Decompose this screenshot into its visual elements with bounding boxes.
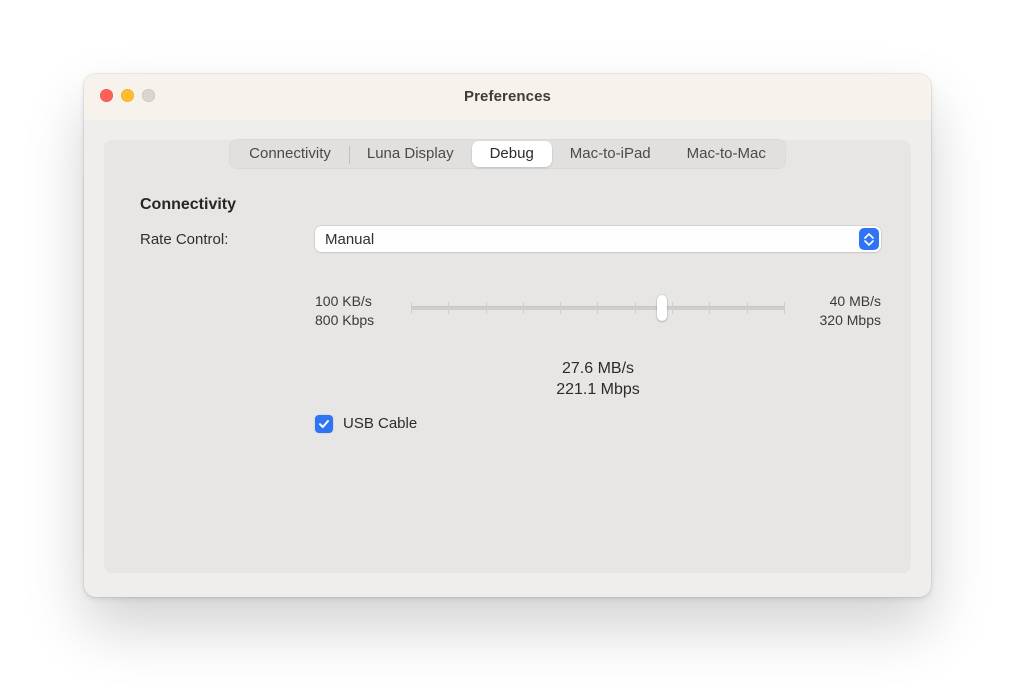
preferences-panel: Connectivity Luna Display Debug Mac-to-i… [104, 140, 911, 573]
debug-tab-content: Connectivity Rate Control: Manual 100 K [104, 170, 911, 453]
rate-control-value: Manual [325, 231, 374, 248]
traffic-lights [100, 89, 155, 102]
zoom-window-button[interactable] [142, 89, 155, 102]
rate-control-row: Rate Control: Manual [140, 226, 881, 252]
slider-readout: 27.6 MB/s 221.1 Mbps [140, 358, 881, 401]
tab-bar-inner: Connectivity Luna Display Debug Mac-to-i… [229, 139, 786, 169]
preferences-window: Preferences Connectivity Luna Display De… [84, 74, 931, 597]
tab-luna-display[interactable]: Luna Display [349, 141, 472, 167]
slider-thumb[interactable] [657, 295, 667, 321]
close-window-button[interactable] [100, 89, 113, 102]
slider-max-line2: 320 Mbps [793, 311, 881, 330]
tab-mac-to-mac[interactable]: Mac-to-Mac [669, 141, 784, 167]
tab-mac-to-ipad[interactable]: Mac-to-iPad [552, 141, 669, 167]
usb-cable-checkbox[interactable] [315, 415, 333, 433]
window-title: Preferences [464, 88, 551, 105]
tab-debug[interactable]: Debug [472, 141, 552, 167]
rate-slider-block: 100 KB/s 800 Kbps [140, 292, 881, 330]
slider-ticks [411, 302, 785, 314]
tab-bar: Connectivity Luna Display Debug Mac-to-i… [104, 139, 911, 169]
slider-track [411, 306, 785, 310]
usb-cable-label: USB Cable [343, 415, 417, 432]
rate-control-label: Rate Control: [140, 231, 315, 248]
rate-control-select[interactable]: Manual [315, 226, 881, 252]
slider-max-line1: 40 MB/s [793, 292, 881, 311]
section-title-connectivity: Connectivity [140, 196, 881, 214]
slider-max-label: 40 MB/s 320 Mbps [793, 292, 881, 330]
title-bar: Preferences [84, 74, 931, 120]
slider-readout-line1: 27.6 MB/s [315, 358, 881, 380]
tab-connectivity[interactable]: Connectivity [231, 141, 349, 167]
slider-min-line1: 100 KB/s [315, 292, 403, 311]
slider-min-line2: 800 Kbps [315, 311, 403, 330]
window-body: Connectivity Luna Display Debug Mac-to-i… [84, 120, 931, 597]
slider-readout-line2: 221.1 Mbps [315, 379, 881, 401]
dropdown-stepper-icon [859, 228, 879, 250]
slider-min-label: 100 KB/s 800 Kbps [315, 292, 403, 330]
minimize-window-button[interactable] [121, 89, 134, 102]
usb-cable-row: USB Cable [140, 415, 881, 433]
rate-slider[interactable] [403, 292, 793, 310]
check-icon [318, 418, 330, 430]
